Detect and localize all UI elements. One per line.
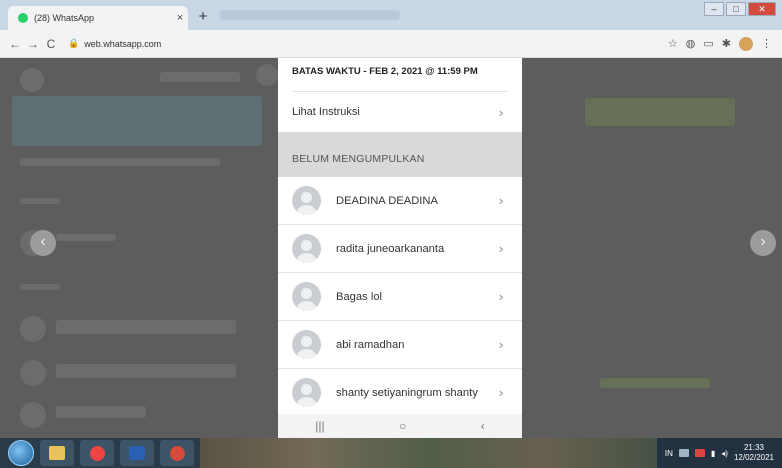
blurred-header-icons [160,72,240,82]
toolbar-icons: ☆ ◍ ▭ ✱ ⋮ [668,36,772,51]
new-tab-button[interactable]: + [194,8,212,26]
app-icon [169,445,185,461]
blurred-tab-area [220,10,400,20]
chevron-right-icon: › [498,385,504,400]
student-name: DEADINA DEADINA [336,194,438,207]
student-name: abi ramadhan [336,338,405,351]
student-row[interactable]: shanty setiyaningrum shanty › [278,369,522,417]
word-icon [129,446,145,460]
folder-icon [49,446,65,460]
student-name: shanty setiyaningrum shanty [336,386,478,399]
blurred-avatar [256,64,278,86]
blurred-chat-preview [56,320,236,334]
view-instructions-label: Lihat Instruksi [292,106,360,118]
blurred-chat-name [56,234,116,241]
blurred-right-card [585,98,735,126]
browser-tab-strip: (28) WhatsApp × + – □ ✕ [0,0,782,30]
blurred-notification-banner [12,96,262,146]
assignment-panel: BATAS WAKTU - FEB 2, 2021 @ 11:59 PM Lih… [278,58,522,438]
blurred-avatar [20,402,46,428]
tab-whatsapp[interactable]: (28) WhatsApp × [8,6,188,30]
media-icon[interactable]: ▭ [703,37,713,51]
slider-next-button[interactable]: › [750,230,776,256]
blurred-label [20,284,60,290]
taskbar-chrome-button[interactable] [80,440,114,466]
slider-prev-button[interactable]: ‹ [30,230,56,256]
recent-apps-icon[interactable]: ||| [315,419,324,433]
windows-taskbar: IN ▮ ◂) 21:33 12/02/2021 [0,438,782,468]
language-indicator[interactable]: IN [665,449,673,458]
signal-icon[interactable]: ▮ [711,449,715,458]
blurred-avatar [20,360,46,386]
student-name: Bagas lol [336,290,383,303]
reload-button[interactable]: C [42,37,60,51]
chevron-right-icon: › [498,193,504,208]
blurred-label [20,198,60,204]
blurred-chat-preview [56,406,146,418]
student-row[interactable]: radita juneoarkananta › [278,225,522,273]
avatar-placeholder-icon [292,186,321,215]
back-icon[interactable]: ‹ [481,419,485,433]
blurred-avatar [20,316,46,342]
window-controls: – □ ✕ [704,2,776,16]
section-header: BELUM MENGUMPULKAN [278,132,522,177]
system-tray: IN ▮ ◂) 21:33 12/02/2021 [656,438,782,468]
volume-icon[interactable]: ◂) [721,449,728,458]
chevron-right-icon: › [498,289,504,304]
blurred-avatar [20,68,44,92]
tab-close-button[interactable]: × [172,12,188,24]
address-bar: ← → C 🔒 web.whatsapp.com ☆ ◍ ▭ ✱ ⋮ [0,30,782,58]
bookmark-star-icon[interactable]: ☆ [668,37,678,51]
lock-icon: 🔒 [68,38,80,48]
student-row[interactable]: abi ramadhan › [278,321,522,369]
taskbar-word-button[interactable] [120,440,154,466]
close-window-button[interactable]: ✕ [748,2,776,16]
maximize-button[interactable]: □ [726,2,746,16]
clock-date: 12/02/2021 [733,453,774,462]
avatar-placeholder-icon [292,282,321,311]
minimize-button[interactable]: – [704,2,724,16]
tab-title: (28) WhatsApp [34,13,95,23]
blurred-right-text [600,378,710,388]
avatar-placeholder-icon [292,378,321,407]
student-name: radita juneoarkananta [336,242,445,255]
profile-avatar[interactable] [739,36,753,51]
chevron-right-icon: › [498,337,504,352]
phone-nav-bar: ||| ○ ‹ [278,414,522,438]
home-icon[interactable]: ○ [399,419,406,433]
student-row[interactable]: DEADINA DEADINA › [278,177,522,225]
whatsapp-icon [18,13,28,23]
avatar-placeholder-icon [292,330,321,359]
chevron-right-icon: › [498,241,504,256]
clock-time: 21:33 [743,443,764,452]
blurred-chat-preview [56,364,236,378]
taskbar-app-button[interactable] [160,440,194,466]
extension-icon[interactable]: ◍ [686,37,696,51]
windows-start-icon[interactable] [8,440,34,466]
taskbar-background-image [200,438,657,468]
blurred-search [20,158,220,166]
chevron-right-icon: › [498,104,504,120]
puzzle-icon[interactable]: ✱ [722,37,731,51]
clock[interactable]: 21:33 12/02/2021 [734,443,774,463]
deadline-text: BATAS WAKTU - FEB 2, 2021 @ 11:59 PM [292,66,478,77]
forward-button[interactable]: → [24,37,42,51]
view-instructions-row[interactable]: Lihat Instruksi › [278,92,522,132]
menu-icon[interactable]: ⋮ [761,37,772,51]
avatar-placeholder-icon [292,234,321,263]
tray-icon[interactable] [678,449,689,457]
chrome-icon [89,445,105,461]
tray-icon[interactable] [694,449,705,457]
taskbar-explorer-button[interactable] [40,440,74,466]
student-row[interactable]: Bagas lol › [278,273,522,321]
student-list: DEADINA DEADINA › radita juneoarkananta › Ba… [278,177,522,417]
back-button[interactable]: ← [6,37,24,51]
url-field[interactable]: web.whatsapp.com [84,39,668,49]
